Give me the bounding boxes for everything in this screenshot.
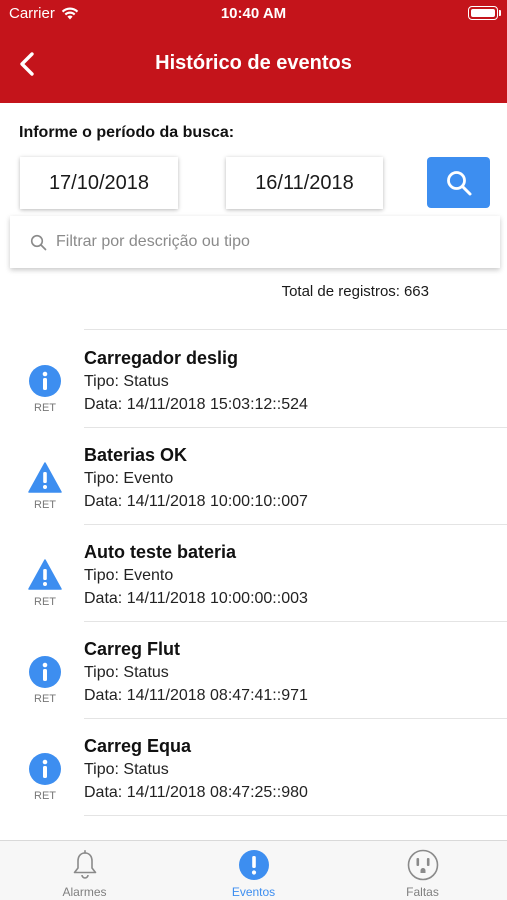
event-type: Tipo: Status <box>84 761 169 778</box>
list-divider <box>84 815 507 816</box>
event-date: Data: 14/11/2018 15:03:12::524 <box>84 396 308 413</box>
event-source: RET <box>34 790 56 802</box>
filter-input[interactable] <box>56 233 476 251</box>
event-list: RET Carregador deslig Tipo: Status Data:… <box>0 329 507 816</box>
list-item[interactable]: RET Baterias OK Tipo: Evento Data: 14/11… <box>0 427 507 525</box>
tab-label: Eventos <box>231 885 276 899</box>
search-button[interactable] <box>427 157 490 208</box>
info-icon <box>29 753 61 785</box>
outlet-icon <box>407 849 439 881</box>
warning-icon <box>28 462 62 493</box>
info-icon <box>29 365 61 397</box>
event-date: Data: 14/11/2018 10:00:10::007 <box>84 493 308 510</box>
event-title: Carreg Equa <box>84 736 192 756</box>
event-source: RET <box>34 499 56 511</box>
status-time: 10:40 AM <box>220 5 287 22</box>
event-source: RET <box>34 402 56 414</box>
event-title: Auto teste bateria <box>84 542 237 562</box>
event-type: Tipo: Evento <box>84 567 174 584</box>
list-item[interactable]: RET Auto teste bateria Tipo: Evento Data… <box>0 524 507 622</box>
event-title: Carregador deslig <box>84 348 239 368</box>
search-icon <box>30 233 48 251</box>
exclamation-circle-icon <box>238 849 270 881</box>
total-value: 663 <box>403 283 429 300</box>
event-type: Tipo: Status <box>84 664 169 681</box>
period-label: Informe o período da busca: <box>19 124 235 141</box>
tab-label: Alarmes <box>62 885 107 899</box>
event-title: Baterias OK <box>84 445 188 465</box>
event-type: Tipo: Status <box>84 373 169 390</box>
status-bar: Carrier 10:40 AM <box>0 0 507 27</box>
event-date: Data: 14/11/2018 10:00:00::003 <box>84 590 308 607</box>
event-type: Tipo: Evento <box>84 470 174 487</box>
info-icon <box>29 656 61 688</box>
filter-bar <box>10 216 500 268</box>
page-title: Histórico de eventos <box>155 52 352 74</box>
warning-icon <box>28 559 62 590</box>
list-item[interactable]: RET Carregador deslig Tipo: Status Data:… <box>0 330 507 428</box>
end-date-field[interactable]: 16/11/2018 <box>226 157 383 209</box>
list-item[interactable]: RET Carreg Equa Tipo: Status Data: 14/11… <box>0 718 507 816</box>
tab-label: Faltas <box>406 885 439 899</box>
tab-alarmes[interactable]: Alarmes <box>0 841 169 900</box>
total-records: Total de registros: 663 <box>282 283 429 300</box>
tab-bar: Alarmes Eventos Faltas <box>0 840 507 900</box>
start-date-value: 17/10/2018 <box>48 171 150 194</box>
battery-icon <box>468 6 501 20</box>
start-date-field[interactable]: 17/10/2018 <box>20 157 178 209</box>
event-date: Data: 14/11/2018 08:47:25::980 <box>84 784 308 801</box>
total-label: Total de registros: <box>281 283 400 300</box>
search-icon <box>446 170 471 195</box>
event-title: Carreg Flut <box>84 639 181 659</box>
event-source: RET <box>34 596 56 608</box>
bell-icon <box>69 849 101 881</box>
tab-eventos[interactable]: Eventos <box>169 841 338 900</box>
event-source: RET <box>34 693 56 705</box>
navigation-bar: Histórico de eventos <box>0 27 507 103</box>
list-item[interactable]: RET Carreg Flut Tipo: Status Data: 14/11… <box>0 621 507 719</box>
event-date: Data: 14/11/2018 08:47:41::971 <box>84 687 308 704</box>
end-date-value: 16/11/2018 <box>255 171 354 194</box>
tab-faltas[interactable]: Faltas <box>338 841 507 900</box>
